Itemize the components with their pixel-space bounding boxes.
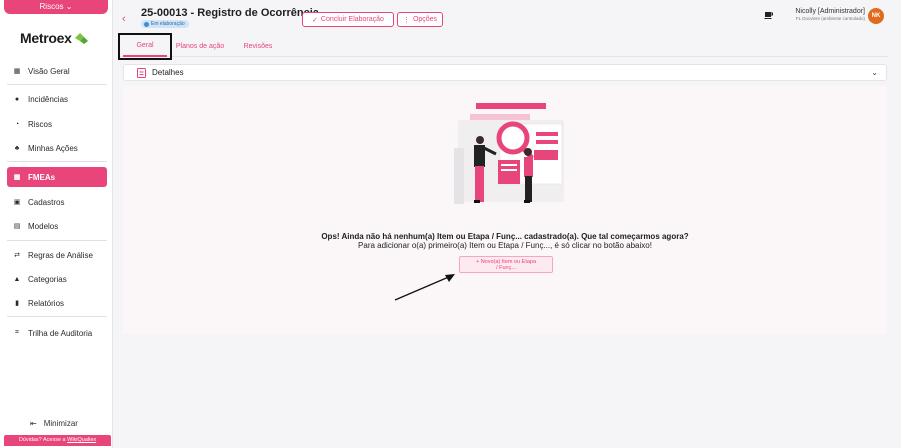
team-icon: ♣: [14, 144, 20, 152]
more-vertical-icon: ⋮: [402, 16, 410, 24]
annotation-arrow-icon: [394, 274, 455, 301]
help-footer: Dúvidas? Acesse a WikiQualiex: [4, 435, 111, 446]
sidebar: Riscos ⌄ Metroex ▦ Visão Geral ● Incidênci…: [0, 0, 113, 448]
tab-revisoes[interactable]: Revisões: [236, 35, 280, 57]
logo-mark-icon: [74, 33, 88, 44]
empty-state-subtitle: Para adicionar o(a) primeiro(a) Item ou …: [358, 241, 652, 250]
rules-icon: ⇄: [14, 252, 20, 259]
sidebar-item-label: Riscos: [28, 119, 53, 129]
coffee-icon[interactable]: [764, 10, 774, 20]
minimize-label: Minimizar: [43, 419, 78, 428]
divider: [7, 84, 107, 85]
sidebar-item-relatorios[interactable]: ▮ Relatórios: [7, 293, 107, 313]
audit-icon: ⌗: [15, 329, 19, 336]
user-environment: FL Docviere (ambiente controlado): [795, 16, 865, 21]
divider: [7, 240, 107, 241]
page-title: 25-00013 - Registro de Ocorrência: [141, 7, 319, 19]
radar-icon: ◔: [14, 120, 20, 128]
add-item-label-line2: / Funç...: [496, 265, 516, 271]
sidebar-item-categorias[interactable]: ▲ Categorias: [7, 269, 107, 289]
logo: Metroex: [20, 30, 88, 46]
help-link[interactable]: WikiQualiex: [67, 437, 96, 443]
sidebar-item-label: FMEAs: [28, 172, 56, 182]
help-text: Dúvidas? Acesse a: [18, 437, 66, 443]
back-arrow-icon[interactable]: ‹: [122, 13, 126, 25]
status-badge: Em elaboração: [141, 20, 189, 28]
sidebar-item-visao-geral[interactable]: ▦ Visão Geral: [7, 61, 107, 81]
logo-text: Metroex: [20, 30, 72, 46]
sidebar-item-cadastros[interactable]: ▣ Cadastros: [7, 192, 107, 212]
tab-planos-de-acao[interactable]: Planos de ação: [170, 35, 230, 57]
details-panel-header[interactable]: Detalhes ⌄: [123, 64, 887, 81]
sidebar-item-label: Minhas Ações: [28, 143, 78, 153]
chevron-down-icon[interactable]: ⌄: [871, 68, 878, 77]
options-button[interactable]: ⋮ Opções: [397, 12, 443, 27]
chevron-down-icon: ⌄: [65, 2, 73, 11]
module-label: Riscos: [39, 2, 64, 11]
options-label: Opções: [412, 16, 438, 23]
sidebar-item-modelos[interactable]: ▤ Modelos: [7, 216, 107, 236]
document-icon: [137, 67, 146, 78]
empty-state-illustration: [454, 103, 564, 204]
sidebar-item-label: Relatórios: [28, 298, 65, 308]
user-info[interactable]: Nicolly [Administrador] FL Docviere (amb…: [795, 8, 865, 21]
tabs-bar: Geral Planos de ação Revisões: [118, 35, 888, 57]
sidebar-item-label: Visão Geral: [28, 66, 70, 76]
module-selector[interactable]: Riscos ⌄: [4, 0, 108, 14]
avatar[interactable]: NK: [868, 8, 884, 24]
sidebar-item-fmeas[interactable]: ▦ FMEAs: [7, 167, 107, 187]
sidebar-item-label: Incidências: [28, 94, 69, 104]
conclude-button[interactable]: ✓ Concluir Elaboração: [302, 12, 394, 27]
status-dot-icon: [144, 21, 149, 27]
sidebar-item-incidencias[interactable]: ● Incidências: [7, 89, 107, 109]
status-label: Em elaboração: [151, 21, 185, 27]
annotation-highlight-box: [118, 33, 172, 60]
report-icon: ▮: [15, 300, 19, 307]
user-name: Nicolly [Administrador]: [795, 8, 865, 15]
conclude-label: Concluir Elaboração: [320, 16, 384, 23]
folder-icon: ▣: [13, 199, 21, 206]
sidebar-item-trilha-de-auditoria[interactable]: ⌗ Trilha de Auditoria: [7, 323, 107, 343]
categories-icon: ▲: [13, 275, 21, 283]
grid-icon: ▦: [13, 174, 21, 181]
add-item-button[interactable]: + Novo(a) Item ou Etapa / Funç...: [459, 256, 553, 273]
alert-icon: ●: [14, 95, 20, 103]
collapse-icon: ⇤: [30, 419, 37, 428]
details-label: Detalhes: [152, 68, 184, 77]
sidebar-item-label: Regras de Análise: [28, 250, 93, 260]
sidebar-item-riscos[interactable]: ◔ Riscos: [7, 114, 107, 134]
empty-state-title: Ops! Ainda não há nenhum(a) Item ou Etap…: [321, 232, 689, 241]
minimize-button[interactable]: ⇤ Minimizar: [30, 419, 78, 428]
sidebar-item-regras-de-analise[interactable]: ⇄ Regras de Análise: [7, 245, 107, 265]
divider: [7, 161, 107, 162]
divider: [7, 316, 107, 317]
sidebar-item-label: Trilha de Auditoria: [28, 328, 93, 338]
sidebar-item-minhas-acoes[interactable]: ♣ Minhas Ações: [7, 138, 107, 158]
dashboard-icon: ▦: [13, 68, 21, 75]
sidebar-item-label: Cadastros: [28, 197, 65, 207]
check-icon: ✓: [312, 16, 318, 24]
sidebar-item-label: Modelos: [28, 221, 59, 231]
sidebar-item-label: Categorias: [28, 274, 67, 284]
template-icon: ▤: [13, 223, 21, 230]
